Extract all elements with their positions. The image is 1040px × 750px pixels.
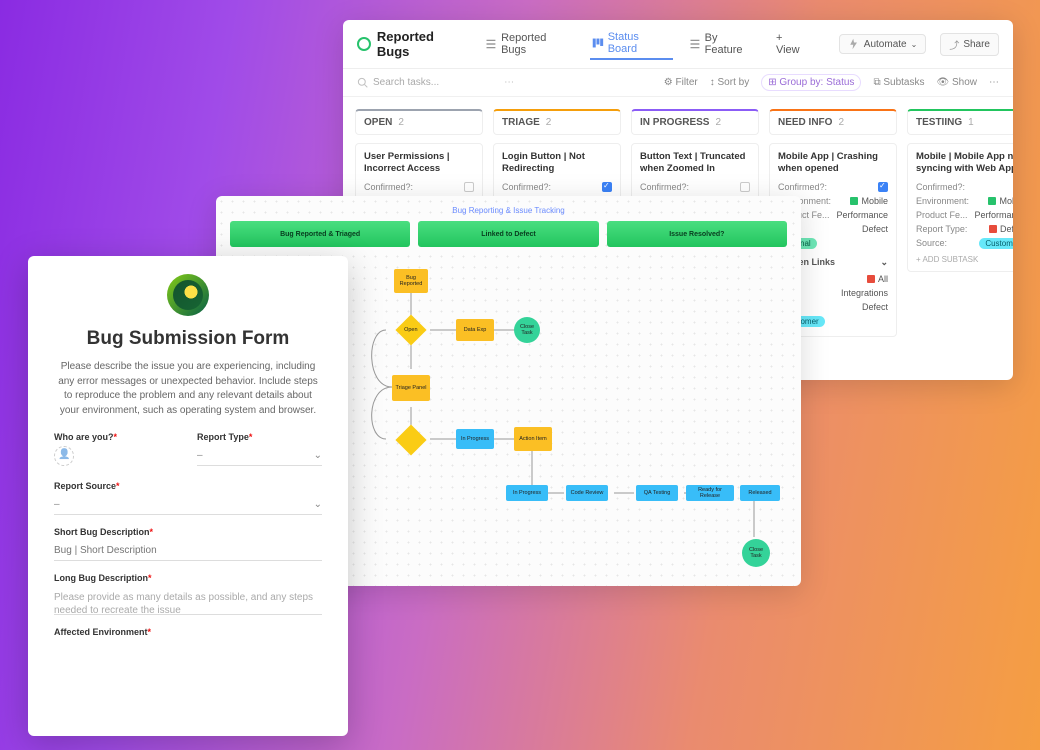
node-p5[interactable]: Released (740, 485, 780, 501)
column-header[interactable]: OPEN2 (355, 109, 483, 135)
flag-icon (850, 197, 858, 205)
long-desc-input[interactable]: Please provide as many details as possib… (54, 587, 322, 615)
node-in-progress[interactable]: In Progress (456, 429, 494, 449)
report-type-label: Report Type* (197, 432, 322, 442)
flag-icon (989, 225, 997, 233)
board-title: Reported Bugs (357, 29, 469, 59)
board-title-text: Reported Bugs (377, 29, 469, 59)
bolt-icon (848, 38, 860, 50)
add-subtask-button[interactable]: + ADD SUBTASK (916, 255, 1013, 264)
card-testing-1[interactable]: Mobile | Mobile App not syncing with Web… (907, 143, 1013, 272)
board-subheader: Search tasks... ⋯ ⚙ Filter ↕ Sort by ⊞ G… (343, 69, 1013, 97)
column-header[interactable]: NEED INFO2 (769, 109, 897, 135)
groupby-button[interactable]: ⊞ Group by: Status (761, 74, 861, 91)
who-label: Who are you?* (54, 432, 179, 442)
form-description: Please describe the issue you are experi… (54, 360, 322, 418)
board-icon (592, 37, 604, 49)
subtasks-button[interactable]: ⧉ Subtasks (873, 77, 924, 88)
affected-env-label: Affected Environment* (54, 627, 322, 637)
column-testing: TESTIING1 Mobile | Mobile App not syncin… (907, 109, 1013, 345)
lane-1: Bug Reported & Triaged (230, 221, 410, 247)
tab-reported-bugs[interactable]: Reported Bugs (483, 29, 576, 59)
search-input[interactable]: Search tasks... ⋯ (357, 77, 514, 88)
node-close-1[interactable]: Close Task (514, 317, 540, 343)
automate-button[interactable]: Automate ⌄ (839, 34, 927, 54)
checkbox-icon[interactable] (878, 182, 888, 192)
node-p4[interactable]: Ready for Release (686, 485, 734, 501)
board-header: Reported Bugs Reported Bugs Status Board… (343, 20, 1013, 69)
column-header[interactable]: TESTIING1 (907, 109, 1013, 135)
lane-2: Linked to Defect (418, 221, 598, 247)
node-p1[interactable]: In Progress (506, 485, 548, 501)
user-picker[interactable] (54, 446, 74, 466)
tab-by-feature[interactable]: By Feature (687, 29, 760, 59)
node-p2[interactable]: Code Review (566, 485, 608, 501)
short-desc-input[interactable] (54, 541, 322, 561)
flow-title: Bug Reporting & Issue Tracking (216, 196, 801, 221)
more-icon[interactable]: ⋯ (504, 77, 514, 88)
more-icon[interactable]: ⋯ (989, 77, 999, 88)
status-ring-icon (357, 37, 371, 51)
source-pill: Customer (979, 238, 1013, 249)
form-avatar (167, 274, 209, 316)
node-data-exp[interactable]: Data Exp (456, 319, 494, 341)
list-icon (485, 38, 497, 50)
column-header[interactable]: TRIAGE2 (493, 109, 621, 135)
card-title: Login Button | Not Redirecting (502, 151, 612, 175)
long-desc-label: Long Bug Description* (54, 573, 322, 583)
report-source-select[interactable]: –⌄ (54, 495, 322, 515)
form-title: Bug Submission Form (54, 328, 322, 350)
card-title: User Permissions | Incorrect Access (364, 151, 474, 175)
search-icon (357, 77, 368, 88)
filter-button[interactable]: ⚙ Filter (664, 77, 698, 88)
chevron-down-icon: ⌄ (911, 40, 918, 49)
lane-3: Issue Resolved? (607, 221, 787, 247)
add-view-button[interactable]: + View (774, 29, 811, 59)
node-action-item[interactable]: Action Item (514, 427, 552, 451)
column-header[interactable]: IN PROGRESS2 (631, 109, 759, 135)
checkbox-icon[interactable] (740, 182, 750, 192)
checkbox-icon[interactable] (464, 182, 474, 192)
show-button[interactable]: 👁 Show (937, 77, 978, 88)
board-toolbar: ⚙ Filter ↕ Sort by ⊞ Group by: Status ⧉ … (664, 74, 999, 91)
checkbox-icon[interactable] (602, 182, 612, 192)
share-button[interactable]: ⤴ Share (940, 33, 999, 56)
card-title: Mobile App | Crashing when opened (778, 151, 888, 175)
card-title: Mobile | Mobile App not syncing with Web… (916, 151, 1013, 175)
node-triage[interactable]: Triage Panel (392, 375, 430, 401)
node-p3[interactable]: QA Testing (636, 485, 678, 501)
report-type-select[interactable]: –⌄ (197, 446, 322, 466)
sortby-button[interactable]: ↕ Sort by (710, 77, 749, 88)
flag-icon (867, 275, 875, 283)
share-icon: ⤴ (949, 37, 959, 52)
tab-status-board[interactable]: Status Board (590, 28, 673, 60)
node-close-2[interactable]: Close Task (742, 539, 770, 567)
flow-lanes: Bug Reported & Triaged Linked to Defect … (216, 221, 801, 247)
node-bug-reported[interactable]: Bug Reported (394, 269, 428, 293)
list-icon (689, 38, 701, 50)
card-title: Button Text | Truncated when Zoomed In (640, 151, 750, 175)
bug-submission-form: Bug Submission Form Please describe the … (28, 256, 348, 736)
flag-icon (988, 197, 996, 205)
report-source-label: Report Source* (54, 481, 322, 491)
short-desc-label: Short Bug Description* (54, 527, 322, 537)
